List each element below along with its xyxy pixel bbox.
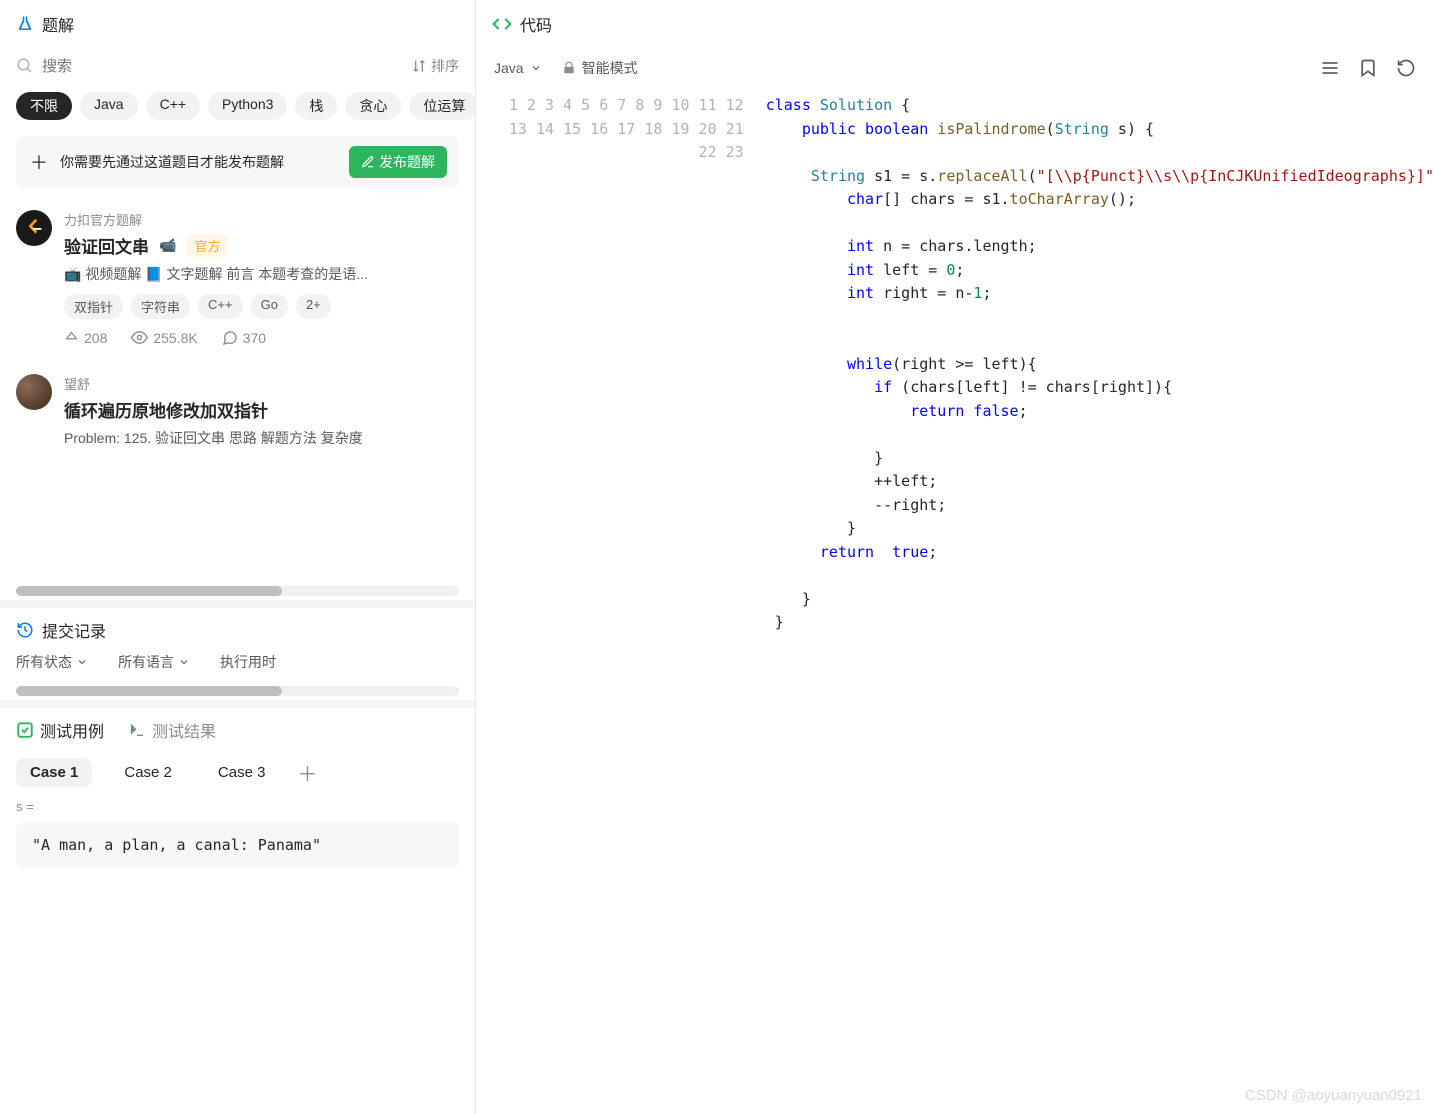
solution-tag[interactable]: 字符串 [131,294,190,319]
filter-chip[interactable]: Python3 [208,92,287,120]
filter-chip[interactable]: 位运算 [409,92,475,120]
publish-solution-button[interactable]: 发布题解 [349,146,447,178]
search-icon [16,57,34,75]
eye-icon [131,329,148,346]
upvote-count[interactable]: 208 [64,329,107,346]
solution-author: 力扣官方题解 [64,210,459,229]
filter-chip[interactable]: 栈 [295,92,337,120]
edit-icon [361,155,375,169]
case-tab[interactable]: Case 2 [110,758,186,787]
runtime-label: 执行用时 [220,652,276,672]
avatar [16,374,52,410]
reset-icon[interactable] [1396,58,1416,78]
solution-tag[interactable]: 双指针 [64,294,123,319]
view-count: 255.8K [131,329,197,346]
avatar [16,210,52,246]
solution-author: 望舒 [64,374,459,393]
code-header: 代码 [476,0,1434,48]
solution-preview: Problem: 125. 验证回文串 思路 解题方法 复杂度 [64,428,459,448]
solutions-title: 题解 [42,12,74,36]
language-filter-select[interactable]: 所有语言 [118,652,190,672]
solution-title: 验证回文串 [64,233,149,258]
watermark: CSDN @aoyuanyuan0921 [1245,1087,1422,1104]
submission-history-header: 提交记录 [16,618,459,642]
solutions-header: 题解 [0,0,475,48]
search-input[interactable] [42,58,401,75]
chevron-down-icon [178,656,190,668]
code-brackets-icon [492,14,512,34]
solution-item[interactable]: 望舒 循环遍历原地修改加双指针 Problem: 125. 验证回文串 思路 解… [16,360,459,472]
code-editor[interactable]: 1 2 3 4 5 6 7 8 9 10 11 12 13 14 15 16 1… [476,88,1434,635]
chevron-down-icon [76,656,88,668]
flask-icon [16,15,34,33]
solution-tag[interactable]: Go [251,294,288,319]
video-badge-icon: 📹 [159,237,176,254]
upvote-icon [64,330,79,345]
filter-chip[interactable]: Java [80,92,138,120]
case-tab[interactable]: Case 1 [16,758,92,787]
filter-chip[interactable]: 不限 [16,92,72,120]
bookmark-icon[interactable] [1358,58,1378,78]
case-param-value[interactable]: "A man, a plan, a canal: Panama" [16,822,459,868]
publish-hint-row: ＋ 你需要先通过这道题目才能发布题解 发布题解 [16,136,459,188]
leetcode-icon [23,217,45,239]
tab-testcases[interactable]: 测试用例 [16,718,104,742]
solution-title: 循环遍历原地修改加双指针 [64,397,268,422]
smart-mode-label[interactable]: 智能模式 [562,58,638,78]
case-tab[interactable]: Case 3 [204,758,280,787]
chevron-down-icon [530,62,542,74]
add-solution-button[interactable]: ＋ [28,151,50,173]
lock-icon [562,61,576,75]
solution-tag[interactable]: C++ [198,294,243,319]
language-select[interactable]: Java [494,60,542,76]
comment-count[interactable]: 370 [222,329,266,346]
horizontal-scrollbar[interactable] [16,686,459,696]
solution-item[interactable]: 力扣官方题解 验证回文串 📹 官方 📺 视频题解 📘 文字题解 前言 本题考查的… [16,196,459,360]
search-input-wrap[interactable] [16,57,401,75]
solution-preview: 📺 视频题解 📘 文字题解 前言 本题考查的是语... [64,264,459,284]
publish-hint-text: 你需要先通过这道题目才能发布题解 [60,152,339,172]
case-param-label: s = [16,799,459,814]
horizontal-scrollbar[interactable] [16,586,459,596]
code-content[interactable]: class Solution { public boolean isPalind… [756,88,1434,635]
status-filter-select[interactable]: 所有状态 [16,652,88,672]
sort-button[interactable]: 排序 [411,56,459,76]
official-badge: 官方 [186,234,228,257]
filter-chips: 不限 Java C++ Python3 栈 贪心 位运算 [0,84,475,128]
tab-results[interactable]: 测试结果 [128,718,216,742]
add-case-button[interactable]: ＋ [297,758,317,787]
solution-tag[interactable]: 2+ [296,294,331,319]
comment-icon [222,330,238,346]
sort-icon [411,58,427,74]
history-icon [16,621,34,639]
format-icon[interactable] [1320,58,1340,78]
filter-chip[interactable]: 贪心 [345,92,401,120]
line-gutter: 1 2 3 4 5 6 7 8 9 10 11 12 13 14 15 16 1… [482,88,756,635]
check-square-icon [16,721,34,739]
filter-chip[interactable]: C++ [146,92,200,120]
terminal-icon [128,721,146,739]
